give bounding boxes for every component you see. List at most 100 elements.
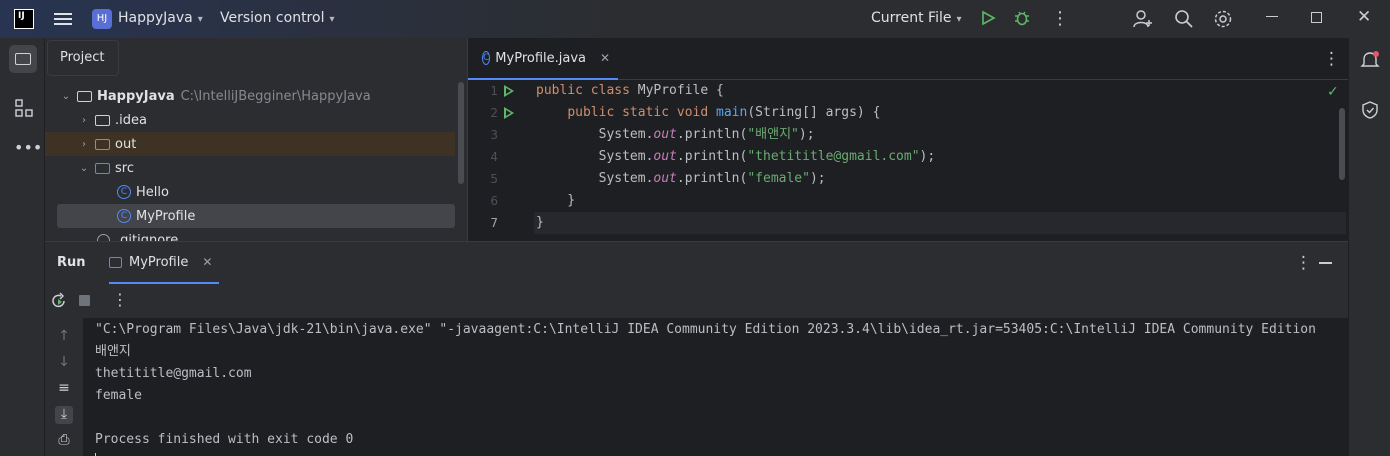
- tree-item-hello[interactable]: C Hello: [45, 180, 455, 204]
- console-icon: [109, 256, 122, 268]
- hide-panel-icon[interactable]: [1319, 262, 1332, 264]
- rerun-icon[interactable]: [50, 292, 68, 310]
- run-config-selector[interactable]: Current File ▾: [871, 10, 962, 26]
- code-line-5[interactable]: System.out.println("female");: [536, 168, 826, 190]
- more-actions-icon[interactable]: ⋮: [1051, 8, 1069, 29]
- tree-item-myprofile[interactable]: C MyProfile: [57, 204, 455, 228]
- project-selector[interactable]: HappyJava ▾: [118, 10, 203, 26]
- code-line-7[interactable]: }: [534, 212, 1346, 234]
- code-line-2[interactable]: public static void main(String[] args) {: [536, 102, 880, 124]
- run-tab-myprofile[interactable]: MyProfile ✕: [109, 242, 219, 284]
- project-tab[interactable]: Project: [47, 40, 119, 76]
- code-keyword: public class: [536, 83, 638, 98]
- java-class-icon: C: [117, 209, 131, 223]
- java-class-icon: C: [117, 185, 131, 199]
- chevron-down-icon[interactable]: ⌄: [59, 91, 73, 102]
- tree-item-label: src: [115, 160, 134, 176]
- project-tool-button[interactable]: [9, 45, 37, 73]
- console-side-toolbar: ↑ ↓ ≡ ⤓ ⎙: [45, 318, 83, 456]
- editor-tab-myprofile[interactable]: C MyProfile.java ✕: [468, 38, 618, 80]
- tree-item-label: HappyJava: [97, 88, 175, 104]
- tree-item-src[interactable]: ⌄ src: [45, 156, 455, 180]
- run-icon[interactable]: [980, 10, 996, 26]
- code-field: out: [653, 127, 677, 142]
- line-number: 7: [490, 216, 498, 230]
- print-icon[interactable]: ⎙: [55, 432, 73, 450]
- line-number: 1: [490, 84, 498, 98]
- project-scrollbar[interactable]: [458, 82, 464, 184]
- project-name: HappyJava: [118, 10, 193, 26]
- search-icon[interactable]: [1174, 9, 1194, 29]
- tree-item-label: out: [115, 136, 137, 152]
- run-options-icon[interactable]: ⋮: [1295, 253, 1312, 273]
- close-tab-icon[interactable]: ✕: [202, 255, 212, 269]
- version-control-label: Version control: [220, 10, 325, 26]
- main-menu-icon[interactable]: [54, 10, 72, 28]
- code-field: out: [653, 149, 677, 164]
- console-output-line: "C:\Program Files\Java\jdk-21\bin\java.e…: [95, 322, 1316, 337]
- more-actions-icon[interactable]: ⋮: [112, 290, 128, 309]
- minimize-icon[interactable]: [1266, 16, 1278, 17]
- tree-item-label: MyProfile: [136, 208, 196, 224]
- line-number: 4: [490, 150, 498, 164]
- code-text: System.: [536, 127, 654, 142]
- source-folder-icon: [95, 162, 110, 174]
- scroll-to-end-icon[interactable]: ⤓: [55, 406, 73, 424]
- chevron-right-icon[interactable]: ›: [77, 115, 91, 126]
- debug-icon[interactable]: [1013, 9, 1031, 27]
- chevron-down-icon[interactable]: ⌄: [77, 163, 91, 174]
- code-text: );: [919, 149, 936, 164]
- run-panel: Run MyProfile ✕ ⋮ ⋮ ↑ ↓ ≡ ⤓ ⎙ "C:\Progra…: [45, 241, 1348, 456]
- code-text: System.: [536, 149, 654, 164]
- project-badge[interactable]: HJ: [92, 9, 112, 29]
- code-line-4[interactable]: System.out.println("thetititle@gmail.com…: [536, 146, 936, 168]
- structure-icon[interactable]: [14, 98, 42, 126]
- tree-item-idea[interactable]: › .idea: [45, 108, 455, 132]
- chevron-down-icon: ▾: [197, 14, 203, 25]
- tree-item-gitignore[interactable]: .gitignore: [45, 228, 455, 241]
- maximize-icon[interactable]: [1311, 12, 1322, 23]
- code-text: .println(: [676, 149, 748, 164]
- run-header: Run MyProfile ✕ ⋮: [45, 242, 1348, 284]
- code-line-3[interactable]: System.out.println("배앤지");: [536, 124, 815, 146]
- tree-item-label: .gitignore: [116, 232, 179, 242]
- project-panel: Project ⌄ HappyJava C:\IntelliJBegginer\…: [45, 38, 467, 241]
- settings-gear-icon[interactable]: [1213, 9, 1233, 29]
- code-line-6[interactable]: }: [536, 190, 575, 212]
- notifications-bell-icon[interactable]: [1360, 50, 1380, 70]
- console-output-line: 배앤지: [95, 344, 131, 359]
- down-arrow-icon[interactable]: ↓: [55, 354, 73, 372]
- run-gutter-icon[interactable]: [504, 107, 514, 119]
- tree-item-out[interactable]: › out: [45, 132, 455, 156]
- tree-item-happyjava[interactable]: ⌄ HappyJava C:\IntelliJBegginer\HappyJav…: [45, 84, 455, 108]
- editor-tabs-menu-icon[interactable]: ⋮: [1323, 49, 1340, 69]
- code-function: main: [716, 105, 748, 120]
- stop-icon[interactable]: [79, 295, 90, 306]
- code-text: .println(: [676, 127, 748, 142]
- left-tool-strip: •••: [0, 38, 45, 456]
- right-tool-strip: [1348, 38, 1390, 456]
- add-user-icon[interactable]: [1133, 9, 1153, 29]
- up-arrow-icon[interactable]: ↑: [55, 328, 73, 346]
- folder-icon: [95, 114, 110, 126]
- console-output-line: Process finished with exit code 0: [95, 432, 354, 447]
- security-shield-icon[interactable]: [1360, 100, 1380, 120]
- java-class-icon: C: [482, 51, 491, 65]
- close-window-icon[interactable]: ✕: [1357, 7, 1371, 27]
- soft-wrap-icon[interactable]: ≡: [55, 380, 73, 398]
- more-tools-icon[interactable]: •••: [14, 138, 42, 166]
- code-text: }: [536, 215, 544, 230]
- run-gutter-icon[interactable]: [504, 85, 514, 97]
- run-tab-label: MyProfile: [129, 254, 189, 270]
- no-problems-check-icon[interactable]: ✓: [1327, 84, 1339, 100]
- code-string: "배앤지": [747, 127, 799, 142]
- editor-scrollbar[interactable]: [1339, 108, 1345, 180]
- close-tab-icon[interactable]: ✕: [600, 51, 610, 65]
- code-line-1[interactable]: public class MyProfile {: [536, 80, 724, 102]
- chevron-right-icon[interactable]: ›: [77, 139, 91, 150]
- code-text: );: [798, 127, 815, 142]
- run-toolbar: ⋮: [45, 284, 1348, 318]
- ignore-file-icon: [97, 233, 110, 241]
- intellij-logo-icon[interactable]: IJ: [14, 9, 34, 29]
- version-control-menu[interactable]: Version control ▾: [220, 10, 335, 26]
